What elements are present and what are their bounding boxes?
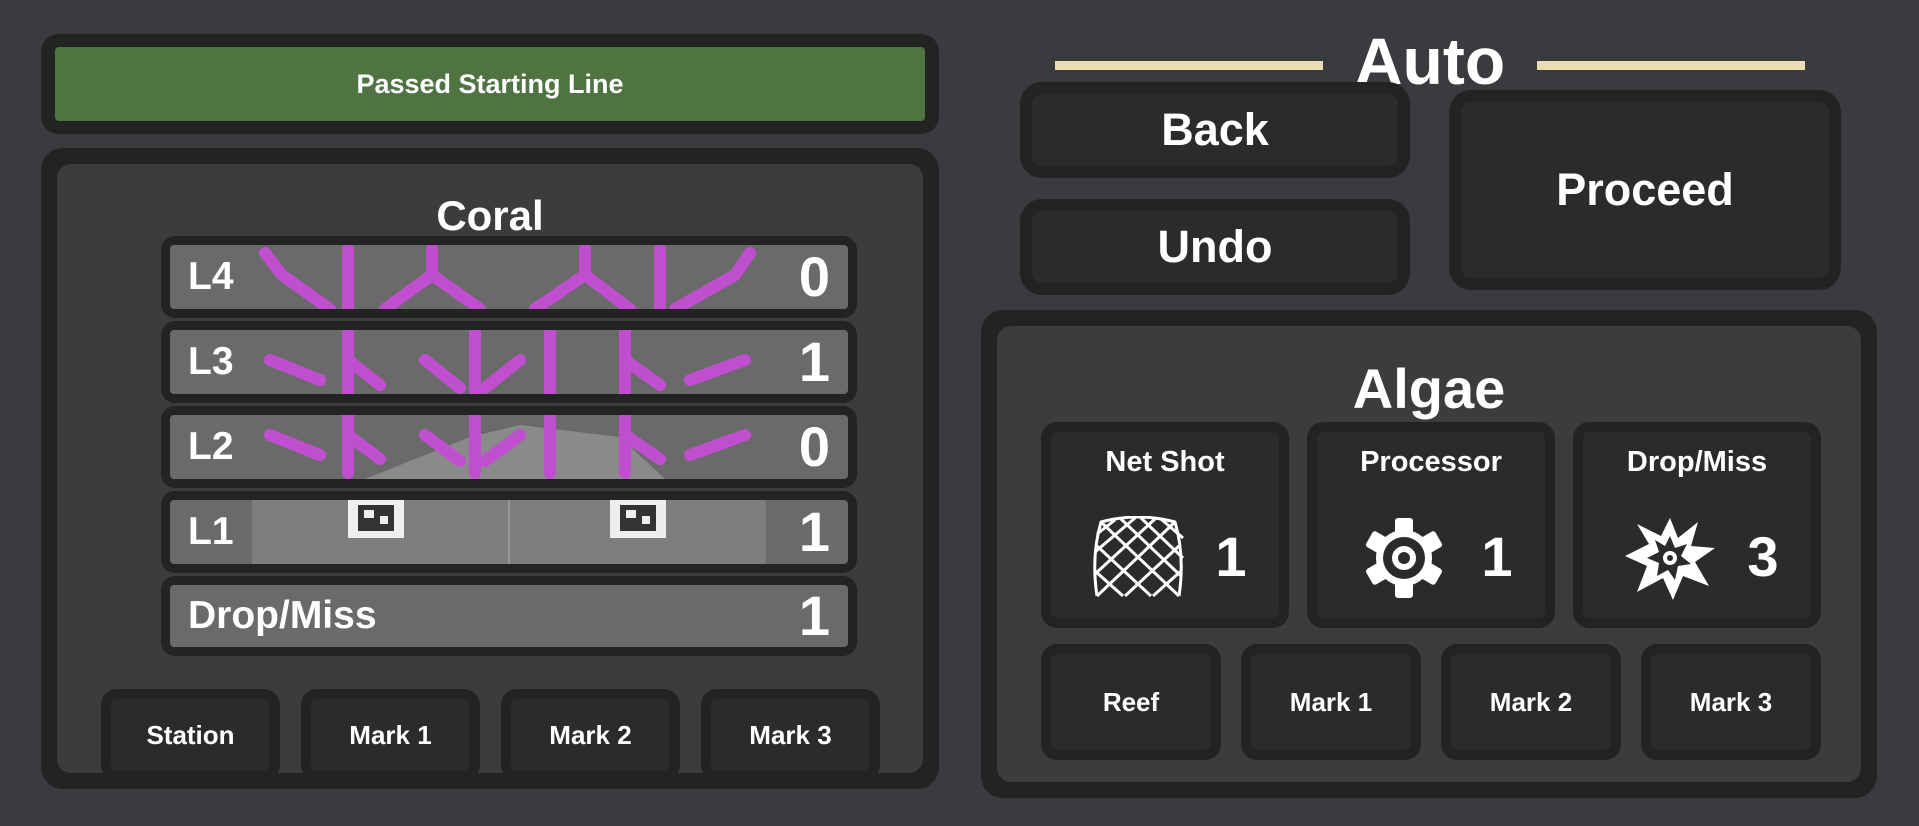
algae-mark-label: Mark 1 bbox=[1251, 654, 1411, 750]
algae-card-label: Processor bbox=[1360, 446, 1502, 478]
reef-levels: L4 0 L3 1 L2 0 L1 1 Drop/Miss 1 bbox=[161, 236, 857, 656]
algae-panel: Algae Net Shot 1 Processor 1 Drop/Miss 3… bbox=[981, 310, 1877, 798]
coral-panel: Coral L4 0 L3 1 L2 0 L1 1 Drop/Miss 1 St… bbox=[41, 148, 939, 789]
net-icon bbox=[1093, 516, 1185, 598]
coral-mark-1-button[interactable]: Mark 1 bbox=[301, 689, 480, 781]
coral-level-label: L4 bbox=[188, 255, 234, 298]
algae-card-label: Net Shot bbox=[1105, 446, 1225, 478]
algae-card-count: 1 bbox=[1481, 525, 1513, 588]
coral-level-count: 1 bbox=[798, 330, 830, 393]
coral-level-label: Drop/Miss bbox=[188, 594, 377, 637]
algae-card-inner: Processor 1 bbox=[1317, 432, 1545, 618]
coral-level-l3-body: L3 1 bbox=[170, 330, 848, 394]
algae-mark-label: Reef bbox=[1051, 654, 1211, 750]
algae-card-count: 3 bbox=[1747, 525, 1779, 588]
algae-reef-button[interactable]: Reef bbox=[1041, 644, 1221, 760]
algae-mark-3-button[interactable]: Mark 3 bbox=[1641, 644, 1821, 760]
coral-level-l1-button[interactable]: L1 1 bbox=[161, 491, 857, 573]
algae-mark-label: Mark 3 bbox=[1651, 654, 1811, 750]
coral-title: Coral bbox=[436, 192, 544, 239]
undo-button[interactable]: Undo bbox=[1020, 199, 1410, 295]
coral-level-label: L1 bbox=[188, 510, 234, 553]
coral-mark-label: Mark 2 bbox=[511, 699, 670, 771]
algae-mark-1-button[interactable]: Mark 1 bbox=[1241, 644, 1421, 760]
back-button-label: Back bbox=[1032, 94, 1398, 166]
coral-level-l4-body: L4 0 bbox=[170, 245, 848, 309]
coral-mark-label: Mark 3 bbox=[711, 699, 870, 771]
coral-level-count: 1 bbox=[798, 500, 830, 563]
header-right-line bbox=[1537, 61, 1805, 70]
coral-mark-label: Station bbox=[111, 699, 270, 771]
passed-starting-line-button[interactable]: Passed Starting Line bbox=[55, 47, 925, 121]
header-left-line bbox=[1055, 61, 1323, 70]
coral-mark-3-button[interactable]: Mark 3 bbox=[701, 689, 880, 781]
gear-icon bbox=[1365, 518, 1443, 598]
starting-line-frame: Passed Starting Line bbox=[41, 34, 939, 134]
burst-icon bbox=[1625, 518, 1715, 600]
proceed-button[interactable]: Proceed bbox=[1449, 90, 1841, 290]
algae-mark-2-button[interactable]: Mark 2 bbox=[1441, 644, 1621, 760]
coral-drop-miss-button[interactable]: Drop/Miss 1 bbox=[161, 576, 857, 656]
reef-branches-l2-image bbox=[264, 415, 751, 479]
reef-branches-l4-image bbox=[259, 245, 756, 309]
algae-net-shot-button[interactable]: Net Shot 1 bbox=[1041, 422, 1289, 628]
coral-station-button[interactable]: Station bbox=[101, 689, 280, 781]
algae-card-label: Drop/Miss bbox=[1626, 446, 1768, 478]
coral-level-count: 0 bbox=[798, 415, 830, 478]
algae-card-inner: Net Shot 1 bbox=[1051, 432, 1279, 618]
undo-button-label: Undo bbox=[1032, 211, 1398, 283]
coral-level-label: L3 bbox=[188, 340, 234, 383]
coral-mark-label: Mark 1 bbox=[311, 699, 470, 771]
algae-mark-label: Mark 2 bbox=[1451, 654, 1611, 750]
back-button[interactable]: Back bbox=[1020, 82, 1410, 178]
reef-branches-l3-image bbox=[264, 330, 751, 394]
coral-level-count: 0 bbox=[798, 245, 830, 308]
coral-panel-inner: Coral L4 0 L3 1 L2 0 L1 1 Drop/Miss 1 St… bbox=[57, 164, 923, 781]
coral-mark-2-button[interactable]: Mark 2 bbox=[501, 689, 680, 781]
algae-panel-inner: Algae Net Shot 1 Processor 1 Drop/Miss 3… bbox=[997, 326, 1861, 782]
coral-level-label: L2 bbox=[188, 425, 234, 468]
algae-processor-button[interactable]: Processor 1 bbox=[1307, 422, 1555, 628]
coral-level-l4-button[interactable]: L4 0 bbox=[161, 236, 857, 318]
proceed-button-label: Proceed bbox=[1461, 102, 1829, 278]
algae-title: Algae bbox=[1352, 357, 1506, 420]
coral-level-l2-button[interactable]: L2 0 bbox=[161, 406, 857, 488]
coral-level-l1-body: L1 1 bbox=[170, 500, 848, 564]
coral-drop-miss-body: Drop/Miss 1 bbox=[170, 585, 848, 647]
coral-level-count: 1 bbox=[798, 585, 830, 647]
coral-level-l2-body: L2 0 bbox=[170, 415, 848, 479]
coral-level-l3-button[interactable]: L3 1 bbox=[161, 321, 857, 403]
algae-drop-miss-button[interactable]: Drop/Miss 3 bbox=[1573, 422, 1821, 628]
algae-card-inner: Drop/Miss 3 bbox=[1583, 432, 1811, 618]
algae-card-count: 1 bbox=[1215, 525, 1247, 588]
reef-trough-l1-image bbox=[252, 500, 766, 564]
